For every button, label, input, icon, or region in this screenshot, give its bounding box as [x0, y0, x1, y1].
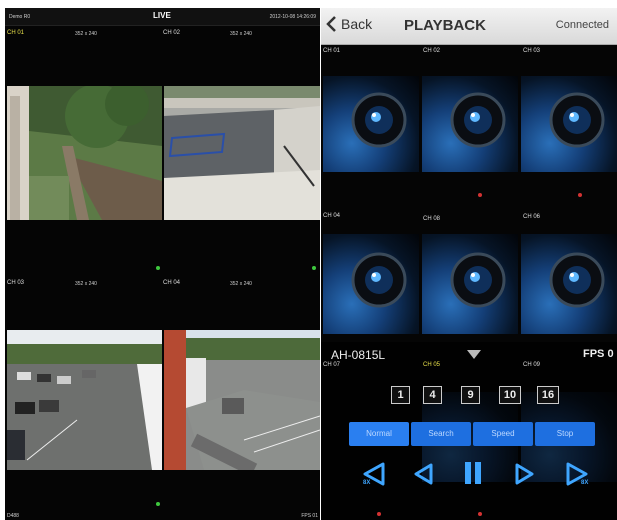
camera-feed-ch03[interactable]: [7, 330, 162, 470]
motion-indicator: [156, 502, 160, 506]
play-icon: [515, 463, 534, 485]
channel-tile-ch04[interactable]: [323, 234, 419, 334]
grid-ch-label: CH 08: [423, 216, 441, 222]
step-back-button[interactable]: [413, 462, 435, 488]
record-indicator: [377, 512, 381, 516]
speed-badge: 8X: [363, 480, 371, 486]
camera-placeholder-icon: [549, 92, 605, 148]
tile-4-channel: CH 04: [163, 280, 181, 286]
camera-feed-ch04[interactable]: [164, 330, 320, 470]
device-name: Demo R0: [9, 14, 31, 20]
record-indicator: [478, 193, 482, 197]
speed-badge: 8X: [581, 480, 589, 486]
grid-ch-label: CH 03: [523, 48, 541, 54]
page-title: LIVE: [153, 11, 171, 20]
camera-placeholder-icon: [549, 252, 605, 308]
back-button[interactable]: Back: [325, 15, 372, 33]
nav-bar: Back PLAYBACK Connected: [321, 8, 617, 45]
playback-control-panel: AH-0815L FPS 0 CH 07 CH 05 CH 09 1 4 9 1…: [321, 342, 617, 520]
fast-forward-icon: [566, 462, 588, 486]
camera-placeholder-icon: [450, 92, 506, 148]
pause-icon: [465, 462, 481, 484]
grid-ch-label-active: CH 05: [423, 362, 441, 368]
fps-indicator: FPS 0: [583, 348, 614, 360]
back-label: Back: [341, 16, 373, 32]
grid-ch-label: CH 01: [323, 48, 341, 54]
fast-forward-button[interactable]: 8X: [563, 460, 593, 490]
connection-status: Connected: [555, 19, 609, 31]
grid-ch-label: CH 04: [323, 213, 341, 219]
live-view-panel: Demo R0 LIVE 2012-10-08 14:26:09 CH 01 3…: [5, 8, 320, 520]
channel-tile-ch01[interactable]: [323, 76, 419, 172]
channel-tile-ch06[interactable]: [521, 234, 617, 334]
rewind-button[interactable]: 8X: [361, 460, 389, 490]
split-1-button[interactable]: 1: [391, 386, 410, 404]
live-top-bar: Demo R0 LIVE 2012-10-08 14:26:09: [5, 8, 320, 26]
motion-indicator: [156, 266, 160, 270]
step-back-icon: [414, 463, 433, 485]
grid-ch-label: CH 09: [523, 362, 541, 368]
channel-tile-ch03[interactable]: [521, 76, 617, 172]
channel-tile-ch02[interactable]: [422, 76, 518, 172]
mode-search-button[interactable]: Search: [411, 422, 471, 446]
mode-stop-button[interactable]: Stop: [535, 422, 595, 446]
channel-tile-ch08[interactable]: [422, 234, 518, 334]
split-4-button[interactable]: 4: [423, 386, 442, 404]
camera-feed-ch01[interactable]: [7, 86, 162, 220]
mode-normal-button[interactable]: Normal: [349, 422, 409, 446]
split-10-button[interactable]: 10: [499, 386, 521, 404]
camera-image-lot: [7, 330, 162, 470]
split-9-button[interactable]: 9: [461, 386, 480, 404]
playback-panel: Back PLAYBACK Connected CH 01 CH 02 CH 0…: [321, 8, 617, 520]
tile-2-resolution: 352 x 240: [230, 31, 252, 37]
chevron-left-icon: [326, 16, 336, 32]
bottom-left-label: D488: [7, 513, 19, 519]
camera-image-yard: [7, 86, 162, 220]
camera-image-parking: [164, 86, 320, 220]
play-button[interactable]: [513, 462, 535, 488]
grid-ch-label: CH 07: [323, 362, 341, 368]
camera-image-lot-2: [164, 330, 320, 470]
tile-1-channel: CH 01: [7, 30, 25, 36]
camera-feed-ch02[interactable]: [164, 86, 320, 220]
camera-placeholder-icon: [351, 92, 407, 148]
device-model: AH-0815L: [331, 348, 386, 362]
camera-placeholder-icon: [351, 252, 407, 308]
pause-button[interactable]: [463, 460, 483, 488]
grid-ch-label: CH 06: [523, 214, 541, 220]
collapse-arrow-icon[interactable]: [467, 350, 481, 360]
record-indicator: [478, 512, 482, 516]
tile-3-channel: CH 03: [7, 280, 25, 286]
record-indicator: [578, 193, 582, 197]
motion-indicator: [312, 266, 316, 270]
tile-4-resolution: 352 x 240: [230, 281, 252, 287]
page-title: PLAYBACK: [404, 17, 486, 34]
grid-ch-label: CH 02: [423, 48, 441, 54]
tile-3-resolution: 352 x 240: [75, 281, 97, 287]
mode-speed-button[interactable]: Speed: [473, 422, 533, 446]
split-16-button[interactable]: 16: [537, 386, 559, 404]
fps-label: FPS 01: [301, 513, 318, 519]
tile-2-channel: CH 02: [163, 30, 181, 36]
timestamp: 2012-10-08 14:26:09: [269, 14, 316, 20]
camera-placeholder-icon: [450, 252, 506, 308]
tile-1-resolution: 352 x 240: [75, 31, 97, 37]
